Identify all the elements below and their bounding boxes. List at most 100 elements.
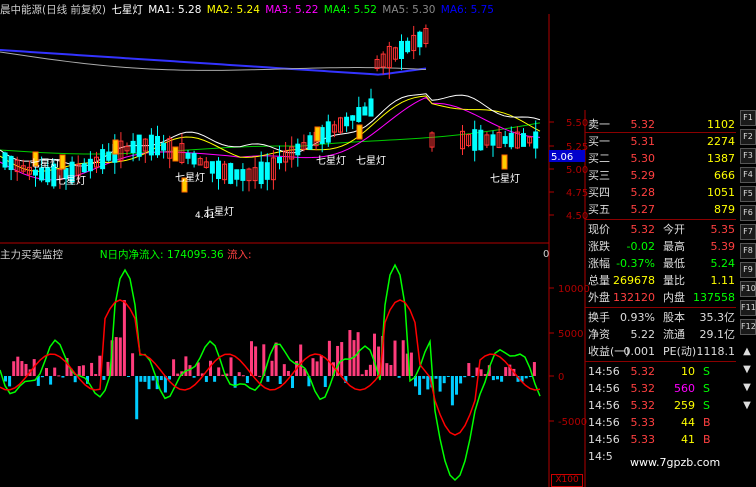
flow-bar bbox=[143, 376, 147, 382]
ma-legend-item: MA6: 5.75 bbox=[440, 4, 494, 16]
quote-panel: 卖一 5.32 1102 买一 5.31 2274 买二 5.30 1387 买三 5.29 666 买… bbox=[585, 110, 736, 487]
flow-bar bbox=[491, 376, 495, 381]
candle-body bbox=[295, 143, 301, 156]
trade-tick-row[interactable]: 14:56 5.33 41 B bbox=[585, 431, 736, 448]
toolbar-button-f9[interactable]: F9 bbox=[740, 262, 756, 278]
info-label: 股本 bbox=[663, 311, 685, 324]
toolbar-button-f7[interactable]: F7 bbox=[740, 224, 756, 240]
stat-row[interactable]: 总量 269678 量比 1.11 bbox=[585, 272, 736, 289]
candle-body bbox=[191, 153, 197, 165]
stat-label: 最低 bbox=[663, 257, 685, 270]
info-value: 5.22 bbox=[630, 328, 656, 341]
flow-bar bbox=[442, 376, 446, 384]
stat-row[interactable]: 涨跌 -0.02 最高 5.39 bbox=[585, 238, 736, 255]
candle-body bbox=[185, 152, 191, 159]
panel-separator bbox=[585, 219, 736, 220]
bid-price: 5.27 bbox=[630, 203, 656, 216]
ask-row[interactable]: 卖一 5.32 1102 bbox=[585, 116, 736, 133]
tick-volume: 44 bbox=[681, 416, 695, 429]
candle-body bbox=[155, 135, 160, 156]
stat-row[interactable]: 涨幅 -0.37% 最低 5.24 bbox=[585, 255, 736, 272]
ma-legend-item: MA4: 5.52 bbox=[323, 4, 381, 16]
tick-side: S bbox=[703, 399, 710, 412]
flow-bar bbox=[94, 374, 98, 376]
info-row[interactable]: 收益(一) 0.001 PE(动) 1118.1 bbox=[585, 343, 736, 360]
flow-bar bbox=[528, 376, 532, 377]
candle-body bbox=[533, 131, 539, 149]
lamp-marker bbox=[112, 139, 119, 155]
indicator-name: 七星灯 bbox=[111, 4, 143, 16]
flow-bar bbox=[364, 369, 368, 376]
bid-row[interactable]: 买一 5.31 2274 bbox=[585, 133, 736, 150]
tick-time: 14:5 bbox=[588, 450, 613, 463]
watermark: www.7gpzb.com bbox=[630, 456, 721, 469]
candle-body bbox=[100, 149, 106, 170]
bid-row[interactable]: 买三 5.29 666 bbox=[585, 167, 736, 184]
info-row[interactable]: 净资 5.22 流通 29.1亿 bbox=[585, 326, 736, 343]
flow-bar bbox=[241, 375, 245, 377]
candle-body bbox=[234, 169, 240, 180]
scroll-up-icon[interactable]: ▲ bbox=[741, 346, 753, 358]
zoom-tag[interactable]: X100 bbox=[551, 474, 583, 487]
bid-row[interactable]: 买四 5.28 1051 bbox=[585, 184, 736, 201]
toolbar-button-f12[interactable]: F12 bbox=[740, 319, 756, 335]
info-value: 0.001 bbox=[623, 345, 656, 358]
chart-header: 晨中能源(日线 前复权) 七星灯 MA1: 5.28 MA2: 5.24 MA3… bbox=[0, 2, 498, 18]
stat-row[interactable]: 外盘 132120 内盘 137558 bbox=[585, 289, 736, 306]
flow-bar bbox=[114, 337, 118, 376]
flow-bar bbox=[176, 373, 180, 376]
stat-value: 5.39 bbox=[710, 240, 736, 253]
bid-price: 5.30 bbox=[630, 152, 656, 165]
ask-volume: 1102 bbox=[707, 118, 735, 131]
flow-bar bbox=[311, 358, 315, 376]
stat-value: -0.02 bbox=[626, 240, 655, 253]
flow-bar bbox=[258, 375, 262, 377]
sub-chart-header: 主力买卖监控 N日内净流入: 174095.36 流入: bbox=[0, 247, 252, 262]
trade-tick-row[interactable]: 14:56 5.33 44 B bbox=[585, 414, 736, 431]
scroll-down-icon[interactable]: ▼ bbox=[741, 382, 753, 394]
bid-row[interactable]: 买五 5.27 879 bbox=[585, 201, 736, 218]
bid-row[interactable]: 买二 5.30 1387 bbox=[585, 150, 736, 167]
flow-bar bbox=[315, 361, 319, 376]
tick-price: 5.33 bbox=[630, 433, 656, 446]
toolbar-button-f10[interactable]: F10 bbox=[740, 281, 756, 297]
candle-body bbox=[106, 151, 112, 161]
flow-bar bbox=[12, 361, 16, 376]
scroll-down-icon[interactable]: ▼ bbox=[741, 364, 753, 376]
stat-value: -0.37% bbox=[616, 257, 655, 270]
toolbar-button-f11[interactable]: F11 bbox=[740, 300, 756, 316]
flow-bar bbox=[368, 364, 372, 376]
flow-bar bbox=[135, 376, 139, 420]
stat-row[interactable]: 现价 5.32 今开 5.35 bbox=[585, 221, 736, 238]
trade-tick-row[interactable]: 14:56 5.32 560 S bbox=[585, 380, 736, 397]
trade-tick-row[interactable]: 14:56 5.32 259 S bbox=[585, 397, 736, 414]
flow-bar bbox=[479, 369, 483, 376]
lamp-marker bbox=[356, 124, 363, 140]
toolbar-button-f3[interactable]: F3 bbox=[740, 148, 756, 164]
lamp-annotation: 七星灯 bbox=[175, 172, 205, 184]
candle-body bbox=[502, 136, 508, 144]
bid-volume: 666 bbox=[714, 169, 735, 182]
candle-body bbox=[362, 106, 368, 116]
toolbar-button-f1[interactable]: F1 bbox=[740, 110, 756, 126]
flow-bar bbox=[245, 376, 249, 384]
candle-body bbox=[148, 134, 154, 156]
toolbar-button-f2[interactable]: F2 bbox=[740, 129, 756, 145]
candle-body bbox=[344, 116, 350, 127]
flow-bar bbox=[196, 362, 200, 376]
lamp-annotation: 七星灯 bbox=[490, 173, 520, 185]
flow-bar bbox=[409, 352, 413, 376]
toolbar-button-f8[interactable]: F8 bbox=[740, 243, 756, 259]
toolbar-button-f6[interactable]: F6 bbox=[740, 205, 756, 221]
info-row[interactable]: 换手 0.93% 股本 35.3亿 bbox=[585, 309, 736, 326]
info-value: 29.1亿 bbox=[699, 328, 736, 341]
trade-tick-row[interactable]: 14:56 5.32 10 S bbox=[585, 363, 736, 380]
candle-body bbox=[81, 163, 87, 173]
stat-value: 137558 bbox=[693, 291, 735, 304]
flow-bar bbox=[147, 376, 151, 390]
toolbar-button-f5[interactable]: F5 bbox=[740, 186, 756, 202]
scroll-down-icon[interactable]: ▼ bbox=[741, 400, 753, 412]
tick-side: B bbox=[703, 433, 711, 446]
candle-body bbox=[264, 162, 270, 180]
toolbar-button-f4[interactable]: F4 bbox=[740, 167, 756, 183]
